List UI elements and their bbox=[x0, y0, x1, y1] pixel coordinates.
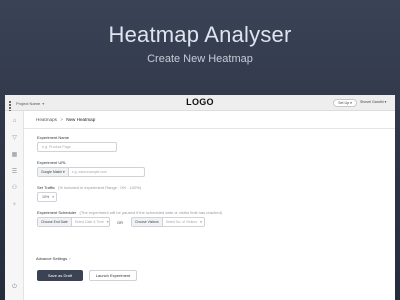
end-date-field[interactable]: Choose End Date Select Date & Time ▾ bbox=[37, 217, 110, 227]
home-icon[interactable]: ⌂ bbox=[11, 117, 18, 124]
scheduler-title: Experiment Scheduler bbox=[37, 210, 77, 215]
setup-button[interactable]: Set Up ▾ bbox=[333, 99, 357, 107]
end-date-input[interactable]: Select Date & Time bbox=[72, 218, 107, 226]
user-name: Shovel Gandhi bbox=[360, 100, 384, 104]
setup-label: Set Up bbox=[338, 101, 350, 105]
power-icon[interactable]: ⏻ bbox=[11, 283, 18, 290]
filter-icon[interactable]: ▽ bbox=[11, 134, 18, 141]
hero-title: Heatmap Analyser bbox=[108, 22, 292, 47]
chevron-down-icon: ▾ bbox=[52, 195, 54, 199]
chevron-down-icon: ▾ bbox=[200, 220, 202, 224]
chevron-right-icon: › bbox=[69, 256, 71, 261]
chevron-down-icon: ▾ bbox=[384, 100, 387, 104]
experiment-url-input[interactable]: e.g. www.example.com bbox=[69, 168, 144, 176]
set-traffic-label: Set Traffic (% included in experiment Ra… bbox=[37, 185, 141, 190]
advanced-settings-toggle[interactable]: Advance Settings › bbox=[36, 256, 71, 261]
divider bbox=[24, 128, 395, 129]
traffic-value: 10% bbox=[42, 195, 50, 199]
visitors-field[interactable]: Choose Visitors Select No. of Visitors ▾ bbox=[131, 217, 205, 227]
scheduler-label: Experiment Scheduler (The experiment wil… bbox=[37, 210, 222, 215]
experiment-name-label: Experiment Name bbox=[37, 135, 70, 140]
main-content: Heatmaps > New Heatmap Experiment Name e… bbox=[24, 111, 395, 300]
chevron-down-icon: ▾ bbox=[42, 100, 45, 106]
scheduler-hint: (The experiment will be paused if the sc… bbox=[79, 210, 222, 215]
breadcrumb-current: New Heatmap bbox=[66, 117, 96, 122]
grid-icon bbox=[9, 100, 14, 112]
chevron-down-icon: ▾ bbox=[62, 170, 65, 174]
trophy-icon[interactable]: ♆ bbox=[11, 201, 18, 208]
visitors-lead: Choose Visitors bbox=[132, 218, 163, 226]
calendar-icon: ▾ bbox=[106, 220, 109, 224]
breadcrumb: Heatmaps > New Heatmap bbox=[36, 117, 95, 122]
sidebar: ⌂ ▽ ▦ ☰ ⚇ ♆ ⏻ bbox=[5, 111, 24, 300]
list-icon[interactable]: ☰ bbox=[11, 168, 18, 175]
top-bar: Project Name ▾ LOGO Set Up ▾ Shovel Gand… bbox=[5, 95, 395, 112]
traffic-select[interactable]: 10% ▾ bbox=[37, 192, 57, 202]
chevron-down-icon: ▾ bbox=[350, 101, 352, 105]
visitors-input[interactable]: Select No. of Visitors bbox=[163, 218, 200, 226]
breadcrumb-separator: > bbox=[60, 117, 63, 122]
breadcrumb-root[interactable]: Heatmaps bbox=[36, 117, 57, 122]
project-label: Project Name bbox=[16, 100, 41, 106]
set-traffic-hint: (% included in experiment Range : 0% - 1… bbox=[58, 185, 142, 190]
or-label: OR bbox=[117, 220, 123, 225]
advanced-settings-label: Advance Settings bbox=[36, 256, 68, 261]
users-icon[interactable]: ⚇ bbox=[11, 184, 18, 191]
url-match-label: Google Match bbox=[41, 170, 63, 174]
save-draft-button[interactable]: Save as Draft bbox=[37, 270, 83, 281]
project-selector[interactable]: Project Name ▾ bbox=[9, 98, 53, 112]
hero-subtitle: Create New Heatmap bbox=[147, 53, 253, 65]
app-window: Project Name ▾ LOGO Set Up ▾ Shovel Gand… bbox=[5, 95, 395, 300]
end-date-lead: Choose End Date bbox=[38, 218, 72, 226]
launch-experiment-button[interactable]: Launch Experiment bbox=[89, 270, 137, 281]
experiment-url-label: Experiment URL bbox=[37, 160, 67, 165]
logo: LOGO bbox=[186, 97, 214, 107]
url-match-select[interactable]: Google Match ▾ bbox=[38, 168, 69, 176]
experiment-url-field[interactable]: Google Match ▾ e.g. www.example.com bbox=[37, 167, 145, 177]
experiment-name-input[interactable]: e.g. Product Page bbox=[37, 142, 117, 152]
user-menu[interactable]: Shovel Gandhi ▾ bbox=[360, 100, 386, 104]
set-traffic-title: Set Traffic bbox=[37, 185, 55, 190]
calendar-icon[interactable]: ▦ bbox=[11, 151, 18, 158]
